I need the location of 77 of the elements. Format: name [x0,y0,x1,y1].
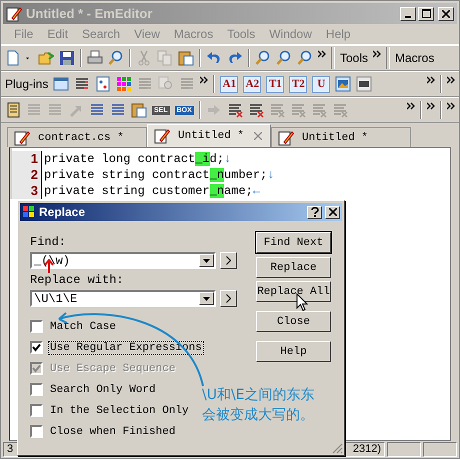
field-label: Find: [30,235,68,249]
checkbox[interactable] [30,425,43,438]
checkbox[interactable] [30,320,43,333]
clipboard-icon[interactable] [178,50,194,66]
document-tab[interactable]: Untitled * [271,127,411,147]
lines-icon[interactable] [356,76,372,92]
close-icon [328,208,336,216]
chevron-icon[interactable] [447,102,455,110]
checkbox[interactable] [30,383,43,396]
checkbox[interactable] [30,404,43,417]
chevron-icon[interactable] [447,76,455,84]
chevron-right-icon [226,294,231,303]
menu-arrow-button[interactable] [220,290,237,307]
option-label[interactable]: Match Case [48,320,118,334]
line-number: 2 [12,167,42,183]
notepad-pencil-icon [6,6,22,22]
toolbar-button[interactable]: U [312,76,330,92]
chevron-icon[interactable] [427,76,435,84]
document-tab[interactable]: Untitled * [147,124,271,147]
field-label: Replace with: [30,273,125,287]
folder-icon[interactable] [38,50,54,66]
notebook-icon[interactable] [5,102,21,118]
dialog-button[interactable]: Find Next [256,232,331,253]
notepad-pencil-icon [154,128,170,144]
option-label[interactable]: Search Only Word [48,382,158,396]
lines-icon[interactable] [248,102,264,118]
chevron-right-icon [226,256,231,265]
close-icon [442,10,450,18]
lines-icon[interactable] [74,76,90,92]
close-button[interactable] [325,206,340,218]
clipboard-icon[interactable] [131,102,147,118]
page-icon[interactable] [5,50,21,66]
option-label[interactable]: In the Selection Only [48,404,191,418]
chevron-icon[interactable] [407,102,415,110]
redo-icon[interactable] [227,50,243,66]
annotation-text: \U和\E之间的东东 [202,386,315,405]
dialog-button[interactable]: Help [256,341,331,362]
printer-icon[interactable] [87,50,103,66]
window-icon[interactable] [53,76,70,92]
dialog-button[interactable]: Replace All [256,281,331,302]
dialog-button[interactable]: Replace [256,257,331,278]
document-tab[interactable]: contract.cs * [7,127,147,147]
color-grid-icon[interactable] [116,76,132,92]
find-field[interactable]: _(\w) [30,252,216,269]
question-mark-icon [310,207,318,217]
dialog-button[interactable]: Close [256,311,331,332]
close-icon[interactable] [254,132,262,140]
chevron-icon[interactable] [427,102,435,110]
toolbar-button[interactable]: A1 [220,76,238,92]
code-line: private long contract_id;↓ [43,152,232,166]
option-label[interactable]: Close when Finished [48,424,178,438]
undo-icon[interactable] [206,50,222,66]
dialog-title: Replace [39,205,86,219]
menu-arrow-button[interactable] [220,252,237,269]
replace-field[interactable]: \U\1\E [30,290,216,307]
toolbar-button[interactable]: T2 [289,76,308,92]
toolbar-label: Tools [340,51,368,65]
toolbar-button[interactable]: T1 [266,76,284,92]
page-icon[interactable] [95,76,112,92]
line-number: 3 [12,183,42,199]
maximize-icon [422,9,430,18]
color-grid-icon [22,205,36,219]
help-button[interactable] [307,206,322,218]
annotation-text: 会被变成大写的。 [202,406,315,425]
window-title: Untitled * - EmEditor [26,6,154,21]
toolbar-button[interactable]: A2 [243,76,262,92]
chevron-icon[interactable] [200,76,208,84]
toolbar-label: Plug-ins [5,77,48,91]
line-number: 1 [12,151,42,167]
checkbox[interactable] [30,341,43,354]
minimize-icon [405,16,411,18]
chevron-icon[interactable] [318,50,326,58]
image-icon[interactable] [335,76,352,92]
chevron-icon[interactable] [373,50,382,58]
lines-icon[interactable] [226,102,243,118]
toolbar-label: Macros [395,51,434,65]
resize-grip-icon [331,442,343,454]
